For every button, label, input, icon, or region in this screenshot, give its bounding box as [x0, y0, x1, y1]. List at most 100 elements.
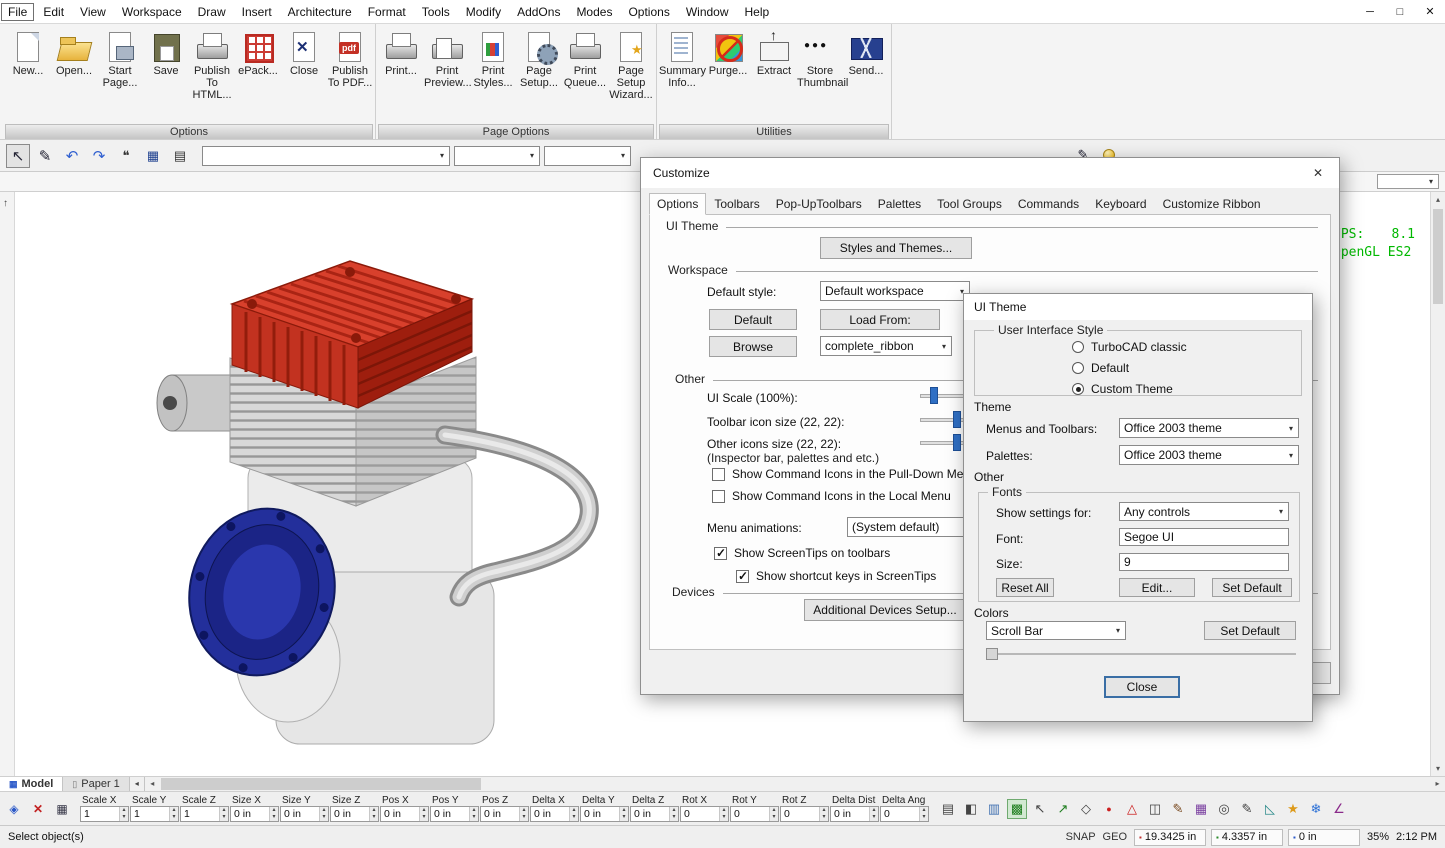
zoom-level[interactable]: 35% — [1367, 831, 1389, 843]
spinner-pos-y[interactable]: ▴▾ — [469, 807, 478, 821]
menu-insert[interactable]: Insert — [234, 2, 280, 22]
input-delta-ang[interactable]: 0▴▾ — [880, 806, 929, 822]
spinner-size-x[interactable]: ▴▾ — [269, 807, 278, 821]
ribbon-button-print-styles[interactable]: Print Styles... — [470, 26, 516, 90]
ribbon-button-store-thumbnail[interactable]: Store Thumbnail — [797, 26, 843, 90]
style-combo[interactable] — [202, 146, 450, 166]
snap-icon[interactable]: ◈ — [4, 799, 24, 819]
ribbon-button-open[interactable]: Open... — [51, 26, 97, 78]
edit-button[interactable]: Edit... — [1119, 578, 1195, 597]
minimize-icon[interactable]: ─ — [1355, 6, 1385, 18]
customize-tab-options[interactable]: Options — [649, 193, 706, 215]
scroll-right-icon[interactable] — [1430, 777, 1445, 791]
input-rot-x[interactable]: 0▴▾ — [680, 806, 729, 822]
ribbon-button-print-queue[interactable]: Print Queue... — [562, 26, 608, 90]
customize-tab-commands[interactable]: Commands — [1010, 193, 1087, 214]
menus-toolbars-combo[interactable]: Office 2003 theme — [1119, 418, 1299, 438]
vertical-scrollbar[interactable] — [1430, 192, 1445, 776]
ribbon-button-page-setup[interactable]: Page Setup... — [516, 26, 562, 90]
layer-combo[interactable] — [454, 146, 540, 166]
palettes-combo[interactable]: Office 2003 theme — [1119, 445, 1299, 465]
delete-icon[interactable]: ✕ — [28, 799, 48, 819]
input-pos-x[interactable]: 0 in▴▾ — [380, 806, 429, 822]
close-window-icon[interactable]: ✕ — [1415, 5, 1445, 18]
spinner-delta-ang[interactable]: ▴▾ — [919, 807, 928, 821]
customize-tab-customize-ribbon[interactable]: Customize Ribbon — [1155, 193, 1269, 214]
input-size-y[interactable]: 0 in▴▾ — [280, 806, 329, 822]
scroll-left-icon[interactable] — [145, 777, 160, 791]
coord-z-field[interactable]: ▪0 in — [1288, 829, 1360, 846]
snap-toggle[interactable]: SNAP — [1066, 831, 1096, 843]
vertical-scroll-thumb[interactable] — [1433, 209, 1443, 304]
spinner-pos-x[interactable]: ▴▾ — [419, 807, 428, 821]
menu-modes[interactable]: Modes — [568, 2, 620, 22]
checkbox-checked[interactable] — [736, 570, 749, 583]
customize-tab-pop-uptoolbars[interactable]: Pop-UpToolbars — [768, 193, 870, 214]
ribbon-button-print[interactable]: Print... — [378, 26, 424, 78]
coord-y-field[interactable]: ▪4.3357 in — [1211, 829, 1283, 846]
menu-draw[interactable]: Draw — [190, 2, 234, 22]
show-settings-combo[interactable]: Any controls — [1119, 502, 1289, 521]
maximize-icon[interactable]: □ — [1385, 6, 1415, 18]
export-icon[interactable]: ◧ — [961, 799, 981, 819]
geo-toggle[interactable]: GEO — [1103, 831, 1127, 843]
spinner-scale-z[interactable]: ▴▾ — [219, 807, 228, 821]
customize-close-icon[interactable]: ✕ — [1297, 158, 1339, 188]
ribbon-button-purge[interactable]: Purge... — [705, 26, 751, 78]
snowflake-icon[interactable]: ❄ — [1306, 799, 1326, 819]
linetype-combo[interactable] — [544, 146, 631, 166]
customize-tab-palettes[interactable]: Palettes — [870, 193, 929, 214]
menu-modify[interactable]: Modify — [458, 2, 509, 22]
ribbon-button-print-preview[interactable]: Print Preview... — [424, 26, 470, 90]
redo-tool-button[interactable]: ↷ — [87, 144, 111, 168]
ribbon-button-page-setup-wizard[interactable]: Page Setup Wizard... — [608, 26, 654, 102]
shapes-icon[interactable]: ◫ — [1145, 799, 1165, 819]
record-icon[interactable]: ● — [1099, 799, 1119, 819]
font-input[interactable]: Segoe UI — [1119, 528, 1289, 546]
input-scale-y[interactable]: 1▴▾ — [130, 806, 179, 822]
styles-themes-button[interactable]: Styles and Themes... — [820, 237, 972, 259]
slider-thumb[interactable] — [930, 387, 938, 404]
undo-tool-button[interactable]: ↶ — [60, 144, 84, 168]
keyboard-icon[interactable]: ▦ — [52, 799, 72, 819]
ribbon-button-send[interactable]: Send... — [843, 26, 889, 78]
spinner-size-y[interactable]: ▴▾ — [319, 807, 328, 821]
menu-addons[interactable]: AddOns — [509, 2, 568, 22]
menu-workspace[interactable]: Workspace — [114, 2, 190, 22]
customize-tab-toolbars[interactable]: Toolbars — [706, 193, 767, 214]
input-delta-z[interactable]: 0 in▴▾ — [630, 806, 679, 822]
setsquare-icon[interactable]: ◺ — [1260, 799, 1280, 819]
menu-view[interactable]: View — [72, 2, 114, 22]
scrollbar-thumb[interactable] — [986, 648, 998, 660]
spinner-rot-y[interactable]: ▴▾ — [769, 807, 778, 821]
show-command-icons-pulldown-checkbox[interactable]: Show Command Icons in the Pull-Down Menu — [712, 467, 977, 481]
screentips-checkbox[interactable]: Show ScreenTips on toolbars — [714, 546, 890, 560]
spinner-delta-dist[interactable]: ▴▾ — [869, 807, 878, 821]
engine-model[interactable] — [20, 200, 620, 770]
radio-default[interactable]: Default — [1072, 359, 1187, 377]
spinner-scale-y[interactable]: ▴▾ — [169, 807, 178, 821]
ribbon-button-summary-info[interactable]: Summary Info... — [659, 26, 705, 90]
spinner-rot-z[interactable]: ▴▾ — [819, 807, 828, 821]
menu-edit[interactable]: Edit — [35, 2, 72, 22]
spinner-rot-x[interactable]: ▴▾ — [719, 807, 728, 821]
input-size-z[interactable]: 0 in▴▾ — [330, 806, 379, 822]
angle-icon[interactable]: ∠ — [1329, 799, 1349, 819]
table-tool-button[interactable]: ▦ — [141, 144, 165, 168]
additional-devices-button[interactable]: Additional Devices Setup... — [804, 599, 966, 621]
radio-turbocad-classic[interactable]: TurboCAD classic — [1072, 338, 1187, 356]
slider-thumb[interactable] — [953, 434, 961, 451]
ribbon-button-close[interactable]: Close — [281, 26, 327, 78]
materials-icon[interactable]: ▦ — [1191, 799, 1211, 819]
ui-theme-titlebar[interactable]: UI Theme — [964, 294, 1312, 320]
horizontal-scroll-thumb[interactable] — [161, 778, 481, 790]
show-command-icons-local-checkbox[interactable]: Show Command Icons in the Local Menu — [712, 489, 951, 503]
ribbon-button-epack[interactable]: ePack... — [235, 26, 281, 78]
ribbon-button-extract[interactable]: Extract — [751, 26, 797, 78]
scroll-down-icon[interactable] — [1431, 761, 1445, 776]
input-scale-x[interactable]: 1▴▾ — [80, 806, 129, 822]
checkbox-unchecked[interactable] — [712, 468, 725, 481]
spinner-delta-z[interactable]: ▴▾ — [669, 807, 678, 821]
customize-tab-keyboard[interactable]: Keyboard — [1087, 193, 1154, 214]
ui-scale-slider[interactable] — [920, 387, 968, 405]
